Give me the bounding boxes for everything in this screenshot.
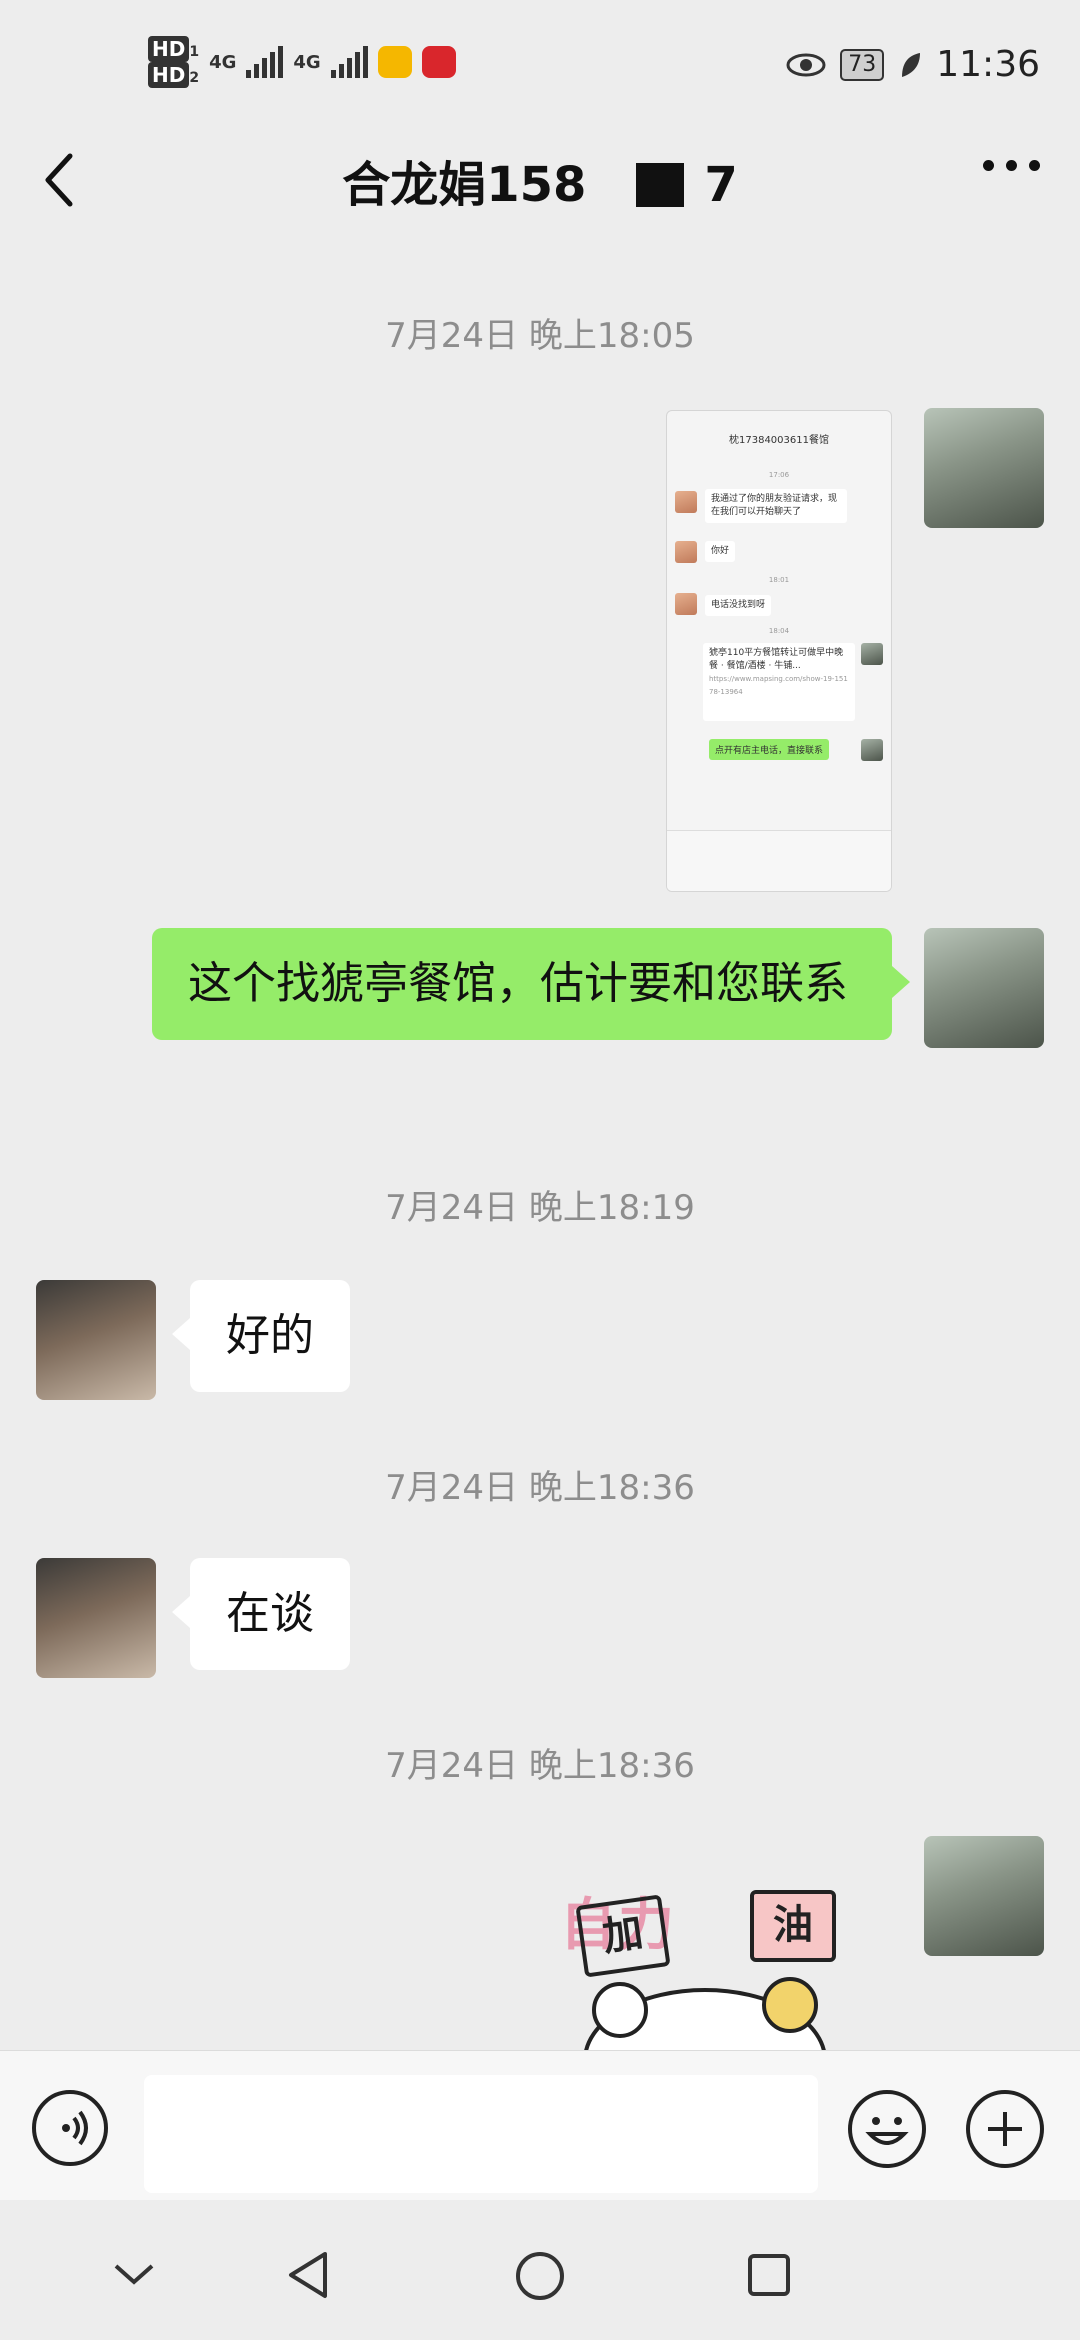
thumb-avatar (675, 491, 697, 513)
thumb-avatar (675, 541, 697, 563)
voice-icon (62, 2110, 88, 2146)
bubble-tail (172, 1596, 190, 1628)
timestamp: 7月24日 晚上18:36 (385, 1746, 695, 1786)
network-type-1: 4G (209, 51, 237, 73)
chat-title: 合龙娟158 7 (0, 145, 1080, 215)
thumb-link-card: 猇亭110平方餐馆转让可做早中晚餐 · 餐馆/酒楼 · 牛铺... https:… (703, 643, 855, 721)
image-message-thumbnail[interactable]: 枕17384003611餐馆 17:06 我通过了你的朋友验证请求，现在我们可以… (666, 410, 892, 892)
battery-level: 73 (840, 48, 885, 81)
nav-home-icon[interactable] (514, 2250, 566, 2302)
redaction-block (636, 163, 685, 207)
sticker-char-2: 油 (750, 1890, 836, 1962)
network-type-2: 4G (293, 51, 321, 73)
timestamp: 7月24日 晚上18:36 (385, 1468, 695, 1508)
thumb-avatar (861, 739, 883, 761)
emoji-button[interactable] (848, 2090, 926, 2168)
nav-back-icon[interactable] (285, 2250, 329, 2300)
smiley-icon (865, 2117, 909, 2145)
nav-recents-icon[interactable] (746, 2252, 792, 2298)
hd-badge-2: HD (148, 62, 190, 88)
eye-icon (786, 53, 826, 76)
text-message-me[interactable]: 这个找猇亭餐馆，估计要和您联系 (152, 928, 910, 1040)
message-text: 在谈 (226, 1588, 314, 1639)
bubble-tail (172, 1318, 190, 1350)
thumb-title: 枕17384003611餐馆 (729, 435, 829, 446)
hd-badge-1: HD (148, 36, 190, 62)
clock-time: 11:36 (936, 44, 1040, 85)
thumb-avatar (861, 643, 883, 665)
bubble-tail (892, 966, 910, 998)
sticker-message[interactable]: 自力 加 油 (540, 1860, 870, 2050)
avatar-me[interactable] (924, 408, 1044, 528)
chevron-down-icon[interactable] (110, 2260, 158, 2288)
sticker-characters-illustration (584, 1977, 826, 2050)
status-bar: HD 1 HD 2 4G 4G 73 11:36 (0, 0, 1080, 130)
message-text-input[interactable] (144, 2075, 818, 2193)
thumb-msg: 你好 (705, 541, 736, 562)
avatar-contact[interactable] (36, 1558, 156, 1678)
leaf-icon (902, 52, 921, 77)
thumb-avatar (675, 593, 697, 615)
message-text: 好的 (226, 1310, 314, 1361)
thumb-statusbar (667, 411, 891, 425)
thumb-input-bar (667, 830, 891, 891)
signal-bars-1-icon (246, 46, 284, 78)
text-message-contact[interactable]: 在谈 (172, 1558, 350, 1670)
signal-bars-2-icon (330, 46, 368, 78)
hd-indicators: HD 1 HD 2 (148, 36, 199, 88)
thumb-msg: 点开有店主电话，直接联系 (709, 739, 830, 760)
thumb-ts: 18:01 (768, 576, 790, 584)
avatar-contact[interactable] (36, 1280, 156, 1400)
thumb-msg: 我通过了你的朋友验证请求，现在我们可以开始聊天了 (705, 489, 847, 523)
avatar-me[interactable] (924, 928, 1044, 1048)
chat-title-suffix: 7 (704, 157, 738, 213)
status-left: HD 1 HD 2 4G 4G (148, 36, 456, 88)
thumb-ts: 17:06 (768, 471, 790, 479)
system-navigation-bar (0, 2200, 1080, 2340)
plus-icon (988, 2112, 1022, 2146)
timestamp: 7月24日 晚上18:05 (385, 316, 695, 356)
text-message-contact[interactable]: 好的 (172, 1280, 350, 1392)
more-options-icon[interactable] (983, 160, 1040, 171)
message-text: 这个找猇亭餐馆，估计要和您联系 (188, 958, 848, 1009)
thumb-msg: 电话没找到呀 (705, 595, 772, 616)
thumb-ts: 18:04 (768, 627, 790, 635)
avatar-me[interactable] (924, 1836, 1044, 1956)
mail-app-icon (377, 46, 412, 78)
status-right: 73 11:36 (786, 44, 1040, 85)
chat-title-name: 合龙娟158 (342, 157, 587, 213)
voice-input-button[interactable] (32, 2090, 108, 2166)
timestamp: 7月24日 晚上18:19 (385, 1188, 695, 1228)
more-functions-button[interactable] (966, 2090, 1044, 2168)
video-app-icon (421, 46, 456, 78)
